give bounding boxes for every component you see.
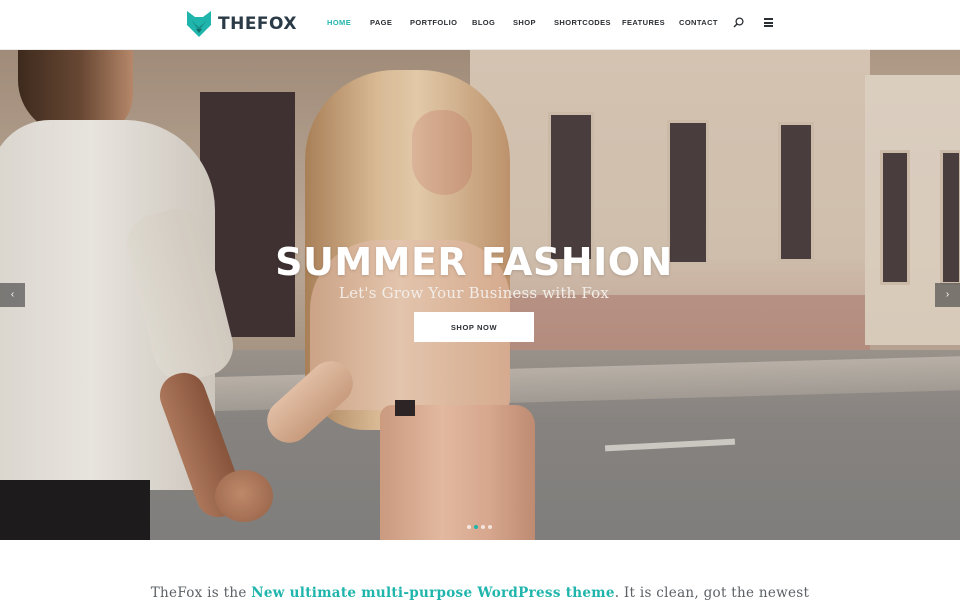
intro-text: TheFox is the New ultimate multi-purpose… xyxy=(0,585,960,600)
nav-item-home[interactable]: HOME xyxy=(327,18,351,27)
fox-head-icon xyxy=(187,11,211,37)
shop-now-button[interactable]: SHOP NOW xyxy=(414,312,534,342)
nav-item-page[interactable]: PAGE xyxy=(370,18,392,27)
intro-highlight-link[interactable]: New ultimate multi-purpose WordPress the… xyxy=(251,585,615,600)
slider-dot[interactable] xyxy=(467,525,471,529)
brand-name: THEFOX xyxy=(218,14,298,34)
nav-item-blog[interactable]: BLOG xyxy=(472,18,495,27)
nav-item-shop[interactable]: SHOP xyxy=(513,18,536,27)
slider-next-button[interactable]: › xyxy=(935,283,960,307)
slider-pagination xyxy=(467,525,492,531)
search-icon[interactable] xyxy=(733,17,744,28)
nav-item-contact[interactable]: CONTACT xyxy=(679,18,718,27)
site-logo[interactable]: THEFOX xyxy=(187,10,297,38)
hero-slider: SUMMER FASHION Let's Grow Your Business … xyxy=(0,50,960,540)
hero-title: SUMMER FASHION xyxy=(275,240,673,284)
nav-item-shortcodes[interactable]: SHORTCODES xyxy=(554,18,611,27)
slider-dot[interactable] xyxy=(481,525,485,529)
nav-item-portfolio[interactable]: PORTFOLIO xyxy=(410,18,457,27)
slider-prev-button[interactable]: ‹ xyxy=(0,283,25,307)
chevron-left-icon: ‹ xyxy=(10,289,15,300)
hamburger-menu-icon[interactable] xyxy=(764,18,773,27)
site-header: THEFOX HOME PAGE PORTFOLIO BLOG SHOP SHO… xyxy=(0,0,960,50)
intro-text-before: TheFox is the xyxy=(150,585,252,600)
slider-dot-active[interactable] xyxy=(474,525,478,529)
slider-dot[interactable] xyxy=(488,525,492,529)
intro-text-after: . It is clean, got the newest xyxy=(614,585,810,600)
hero-subtitle: Let's Grow Your Business with Fox xyxy=(338,284,610,302)
chevron-right-icon: › xyxy=(945,289,950,300)
nav-item-features[interactable]: FEATURES xyxy=(622,18,665,27)
